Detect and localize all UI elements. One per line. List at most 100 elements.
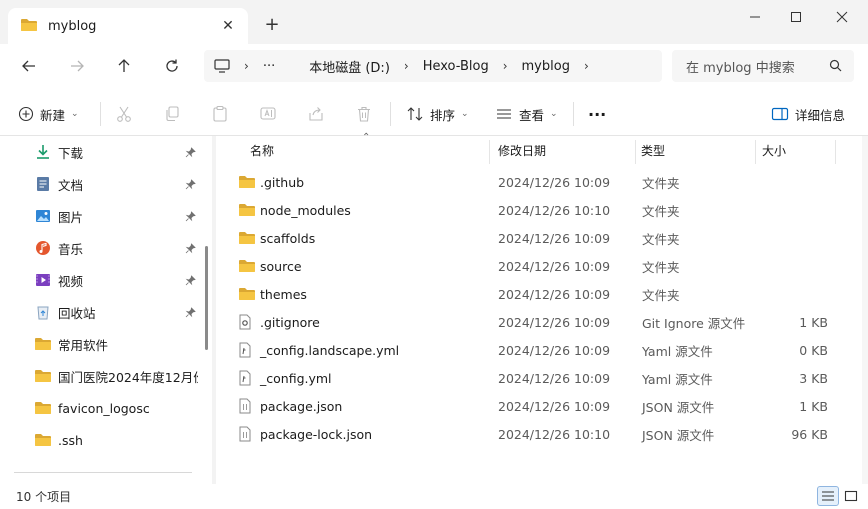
sidebar-horizontal-scrollbar[interactable] xyxy=(14,472,192,473)
refresh-button[interactable] xyxy=(158,54,186,78)
sidebar-item-label: 图片 xyxy=(58,209,84,225)
copy-button[interactable] xyxy=(163,102,181,126)
share-button[interactable] xyxy=(307,102,325,126)
sidebar-item-ssh[interactable]: .ssh xyxy=(34,426,204,454)
file-row[interactable]: package-lock.json 2024/12/26 10:10 JSON 源文… xyxy=(232,420,844,448)
column-divider[interactable] xyxy=(635,140,636,164)
sidebar-item-common-software[interactable]: 常用软件 xyxy=(34,330,204,358)
trash-icon xyxy=(358,106,370,122)
back-button[interactable] xyxy=(15,54,43,78)
column-header-date[interactable]: 修改日期 xyxy=(498,136,546,164)
breadcrumb-more[interactable]: ··· xyxy=(263,59,275,74)
file-row[interactable]: .github 2024/12/26 10:09 文件夹 xyxy=(232,168,844,196)
new-tab-button[interactable]: + xyxy=(262,14,282,35)
sidebar-item-favicon-logosc[interactable]: favicon_logosc xyxy=(34,394,204,422)
file-size: 1 KB xyxy=(799,314,828,330)
sidebar-item-label: 视频 xyxy=(58,273,84,289)
computer-icon xyxy=(214,59,230,73)
chevron-right-icon: › xyxy=(583,59,589,73)
title-bar: myblog ✕ + xyxy=(0,0,868,44)
divider xyxy=(100,102,101,126)
pin-icon xyxy=(185,178,196,193)
breadcrumb-hexo-blog[interactable]: Hexo-Blog xyxy=(423,59,489,74)
close-window-button[interactable] xyxy=(827,6,857,28)
file-size xyxy=(768,224,828,252)
forward-button[interactable] xyxy=(63,54,91,78)
file-name-cell: scaffolds xyxy=(238,224,315,252)
column-divider[interactable] xyxy=(755,140,756,164)
file-list: ⌃ 名称 修改日期 类型 大小 .github 2024/12/26 10:09 文… xyxy=(216,132,868,484)
sidebar-item-label: 下载 xyxy=(58,145,84,161)
settings-file-icon xyxy=(238,314,256,330)
column-divider[interactable] xyxy=(835,140,836,164)
file-row[interactable]: _config.yml 2024/12/26 10:09 Yaml 源文件 3 KB xyxy=(232,364,844,392)
folder-icon xyxy=(238,231,256,245)
paste-button[interactable] xyxy=(211,102,229,126)
sidebar-item-music[interactable]: 音乐 xyxy=(34,234,204,262)
tab-myblog[interactable]: myblog ✕ xyxy=(8,8,248,44)
yaml-file-icon xyxy=(238,370,256,386)
video-icon xyxy=(34,271,52,289)
file-row[interactable]: node_modules 2024/12/26 10:10 文件夹 xyxy=(232,196,844,224)
sidebar-item-pictures[interactable]: 图片 xyxy=(34,202,204,230)
sort-ascending-icon: ⌃ xyxy=(362,132,371,143)
breadcrumb-drive[interactable]: 本地磁盘 (D:) xyxy=(309,57,390,76)
file-row[interactable]: scaffolds 2024/12/26 10:09 文件夹 xyxy=(232,224,844,252)
rename-button[interactable] xyxy=(259,102,277,126)
sidebar-scrollbar[interactable] xyxy=(205,246,208,350)
refresh-icon xyxy=(166,59,178,72)
chevron-right-icon: › xyxy=(244,59,249,73)
pin-icon xyxy=(185,274,196,289)
address-bar[interactable]: › ··· 本地磁盘 (D:) › Hexo-Blog › myblog › xyxy=(204,50,662,82)
column-divider[interactable] xyxy=(489,140,490,164)
column-header-name[interactable]: 名称 xyxy=(250,136,274,164)
file-row[interactable]: themes 2024/12/26 10:09 文件夹 xyxy=(232,280,844,308)
sidebar-item-recycle-bin[interactable]: 回收站 xyxy=(34,298,204,326)
tiles-view-icon xyxy=(844,490,858,502)
breadcrumb-myblog[interactable]: myblog xyxy=(522,59,570,74)
more-options-button[interactable]: ··· xyxy=(588,102,606,126)
pin-icon xyxy=(185,210,196,225)
arrow-left-icon xyxy=(22,60,35,72)
file-list-scrollbar[interactable] xyxy=(862,136,868,484)
file-row[interactable]: _config.landscape.yml 2024/12/26 10:09 Yam… xyxy=(232,336,844,364)
close-tab-button[interactable]: ✕ xyxy=(218,16,238,36)
sidebar-item-videos[interactable]: 视频 xyxy=(34,266,204,294)
file-row[interactable]: package.json 2024/12/26 10:09 JSON 源文件 1 KB xyxy=(232,392,844,420)
file-row[interactable]: .gitignore 2024/12/26 10:09 Git Ignore 源文件… xyxy=(232,308,844,336)
address-row: › ··· 本地磁盘 (D:) › Hexo-Blog › myblog › 在… xyxy=(0,44,868,90)
view-list-icon xyxy=(495,107,513,121)
sidebar-item-label: 文档 xyxy=(58,177,84,193)
tab-title: myblog xyxy=(48,18,97,34)
sidebar-item-downloads[interactable]: 下载 xyxy=(34,138,204,166)
column-header-type[interactable]: 类型 xyxy=(641,136,665,164)
folder-icon xyxy=(238,287,256,301)
file-type: 文件夹 xyxy=(642,203,680,219)
delete-button[interactable] xyxy=(355,102,373,126)
file-size xyxy=(768,168,828,196)
cut-button[interactable] xyxy=(115,102,133,126)
up-button[interactable] xyxy=(110,54,138,78)
file-name: _config.yml xyxy=(260,370,332,386)
file-date: 2024/12/26 10:09 xyxy=(498,370,611,386)
file-row[interactable]: source 2024/12/26 10:09 文件夹 xyxy=(232,252,844,280)
maximize-button[interactable] xyxy=(781,6,811,28)
tiles-view-button[interactable] xyxy=(840,486,862,506)
new-button[interactable]: 新建 ⌄ xyxy=(18,102,79,126)
copy-icon xyxy=(166,106,179,122)
details-view-button[interactable] xyxy=(817,486,839,506)
file-date: 2024/12/26 10:09 xyxy=(498,314,611,330)
details-pane-button[interactable]: 详细信息 xyxy=(771,102,845,126)
view-button[interactable]: 查看 ⌄ xyxy=(495,102,558,126)
arrow-up-icon xyxy=(118,59,130,72)
minimize-button[interactable] xyxy=(740,6,770,28)
file-name: .gitignore xyxy=(260,314,320,330)
sort-button[interactable]: 排序 ⌄ xyxy=(406,102,469,126)
navigation-pane: 下载 文档 图片 音乐 视频 回收站 常用软件 国门医院2024年度12月份 f… xyxy=(0,136,212,484)
search-input[interactable]: 在 myblog 中搜索 xyxy=(672,50,854,82)
details-label: 详细信息 xyxy=(795,107,846,123)
column-header-size[interactable]: 大小 xyxy=(762,136,786,164)
sidebar-item-hospital-folder[interactable]: 国门医院2024年度12月份 xyxy=(34,362,204,390)
sidebar-item-documents[interactable]: 文档 xyxy=(34,170,204,198)
file-date: 2024/12/26 10:09 xyxy=(498,342,611,358)
